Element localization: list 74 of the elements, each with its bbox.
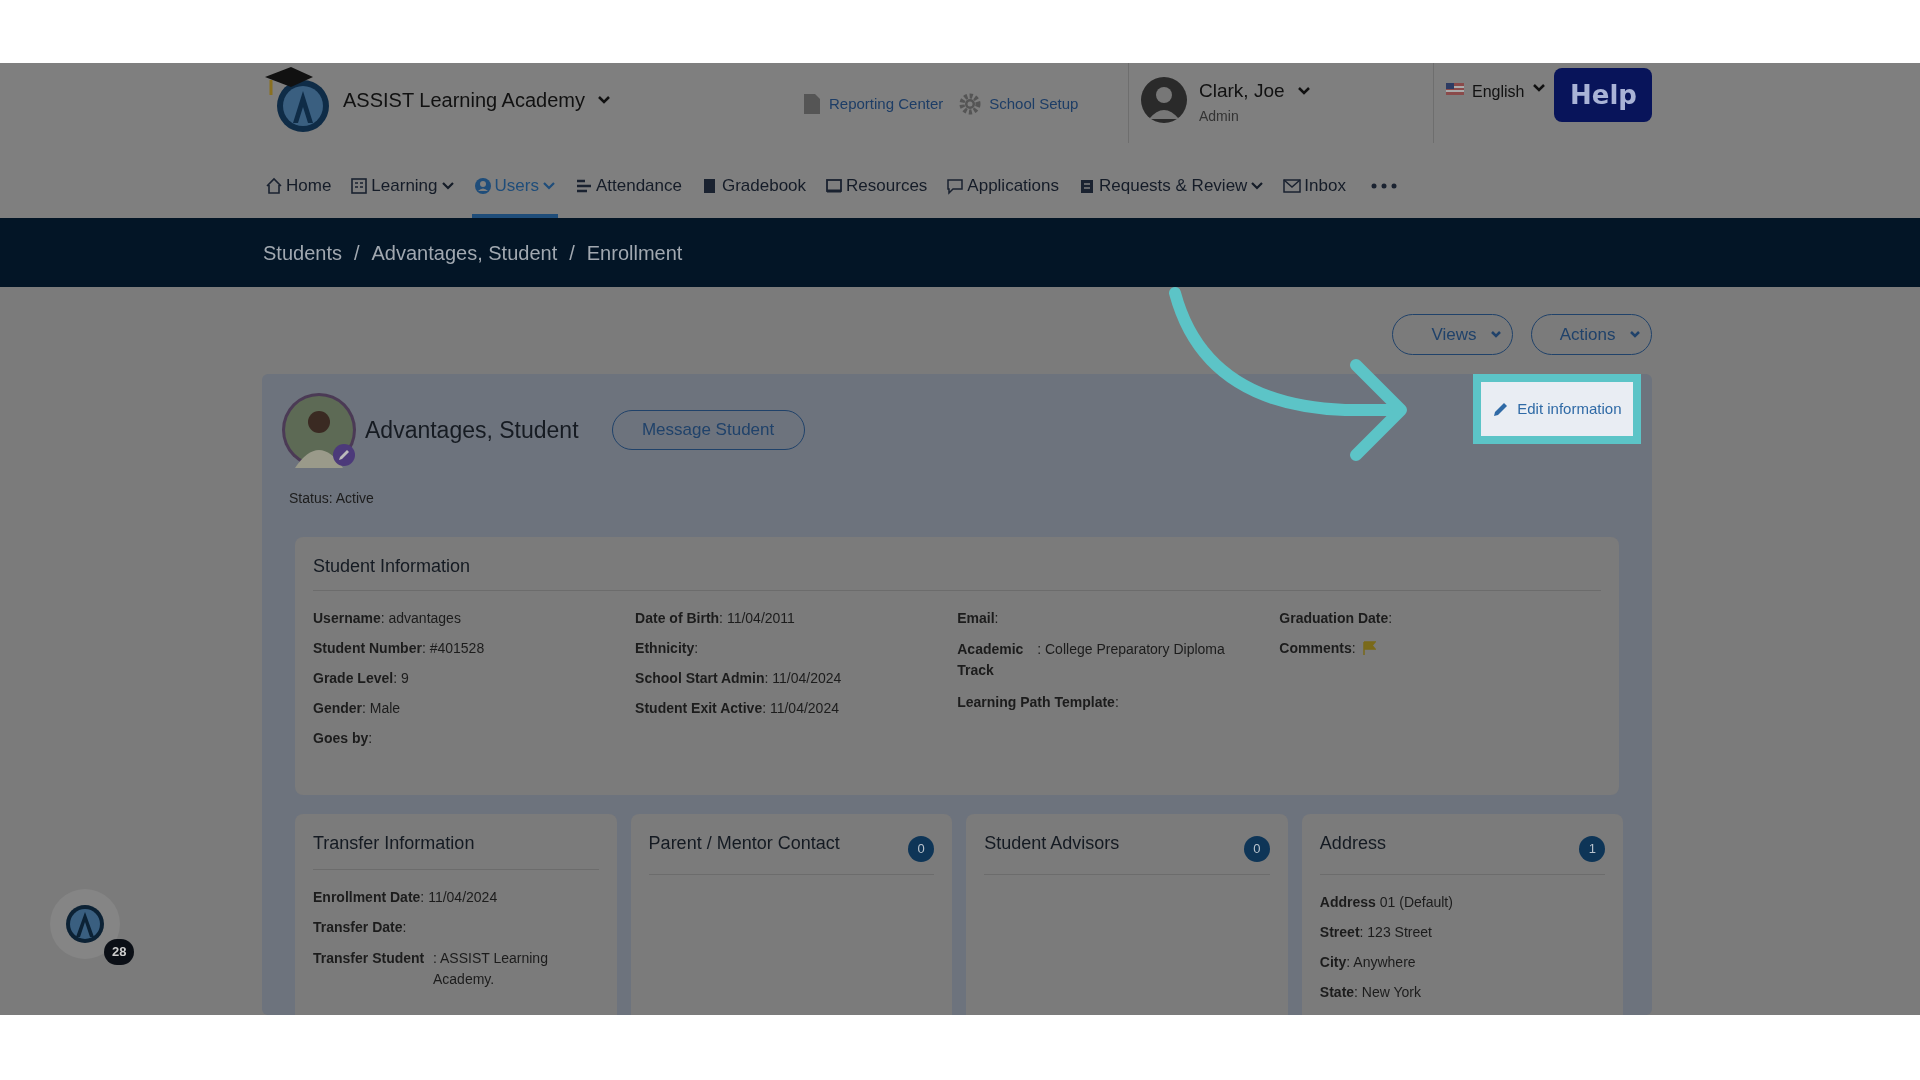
field-label: Academic Track [957,640,1025,680]
count-badge: 1 [1579,836,1606,862]
field-text: Student Exit Active: 11/04/2024 [635,699,840,717]
notification-badge: 28 [104,939,135,965]
field-text: Gender: Male [313,699,402,717]
edit-icon[interactable] [333,444,355,466]
nav-tab[interactable]: Attendance [572,153,684,218]
user-icon [473,176,492,195]
academy-logo[interactable] [263,65,331,135]
breadcrumb-link[interactable]: Enrollment [586,237,683,268]
field-text: Email: [957,609,1000,627]
chevron-down-icon[interactable] [1296,86,1311,97]
chevron-down-icon[interactable] [1532,83,1547,93]
field-text: Username: advantages [313,609,462,627]
field-value: : College Preparatory Diploma [1037,640,1226,659]
card-title: Address [1319,832,1386,855]
monitor-icon [825,176,844,195]
field-text: Enrollment Date: 11/04/2024 [313,888,499,906]
chevron-down-icon[interactable] [597,95,611,105]
document-icon [803,93,821,116]
status-text: Status: Active [289,489,375,508]
nav-tab[interactable]: Applications [944,153,1061,218]
user-name[interactable]: Clark, Joe [1199,77,1285,106]
reporting-center-link[interactable]: Reporting Center [829,93,944,116]
field-text: Goes by: [313,729,374,747]
language-selector[interactable]: English [1472,80,1525,104]
field-text: Graduation Date: [1279,609,1394,627]
field-value: : ASSIST Learning Academy. [433,949,549,989]
envelope-icon [1283,176,1302,195]
section-title: Student Information [313,553,1602,591]
help-button[interactable]: Help [1554,68,1653,122]
flag-icon [1446,83,1464,95]
nav-tab[interactable]: Resources [823,153,930,218]
field-text: Comments: [1279,639,1356,657]
field-text: City: Anywhere [1319,953,1417,971]
nav-tab[interactable]: Inbox [1281,153,1348,218]
field-text: Address 01 (Default) [1319,893,1454,911]
student-name: Advantages, Student [365,415,579,445]
field-text: Transfer Date: [313,918,408,936]
card-title: Transfer Information [313,832,475,855]
field-text: Date of Birth: 11/04/2011 [635,609,796,627]
grid-icon [350,176,369,195]
user-role: Admin [1199,106,1240,126]
nav-tab[interactable]: Learning [348,153,457,218]
field-label: Transfer Student [313,949,426,968]
card-title: Student Advisors [984,832,1120,855]
chat-icon [946,176,965,195]
field-text: Street: 123 Street [1319,923,1433,941]
breadcrumb-link[interactable]: Advantages, Student [371,237,558,268]
school-setup-link[interactable]: School Setup [989,93,1079,116]
academy-logo [65,904,105,944]
nav-tab[interactable]: Home [263,153,334,218]
field-text: Student Number: #401528 [313,639,486,657]
home-icon [265,176,283,195]
settings-icon [959,93,982,116]
pencil-icon [1493,401,1510,417]
field-text: School Start Admin: 11/04/2024 [635,669,843,687]
breadcrumb-separator: / [569,240,575,266]
field-text: State: New York [1319,983,1423,1001]
card-title: Parent / Mentor Contact [648,832,840,855]
field-text: Grade Level: 9 [313,669,410,687]
breadcrumb-separator: / [353,240,360,266]
user-avatar[interactable] [1141,77,1187,123]
school-name[interactable]: ASSIST Learning Academy [343,85,585,115]
student-photo[interactable] [281,392,357,468]
chevron-down-icon [1490,330,1503,339]
count-badge: 0 [908,836,935,862]
field-text: Learning Path Template: [957,693,1120,711]
field-text: Ethnicity: [635,639,700,657]
chevron-down-icon [1629,330,1642,339]
nav-tab[interactable]: Requests & Review [1076,153,1267,218]
breadcrumb-link[interactable]: Students [263,237,342,268]
count-badge: 0 [1243,836,1270,862]
nav-tab[interactable]: Gradebook [698,153,809,218]
